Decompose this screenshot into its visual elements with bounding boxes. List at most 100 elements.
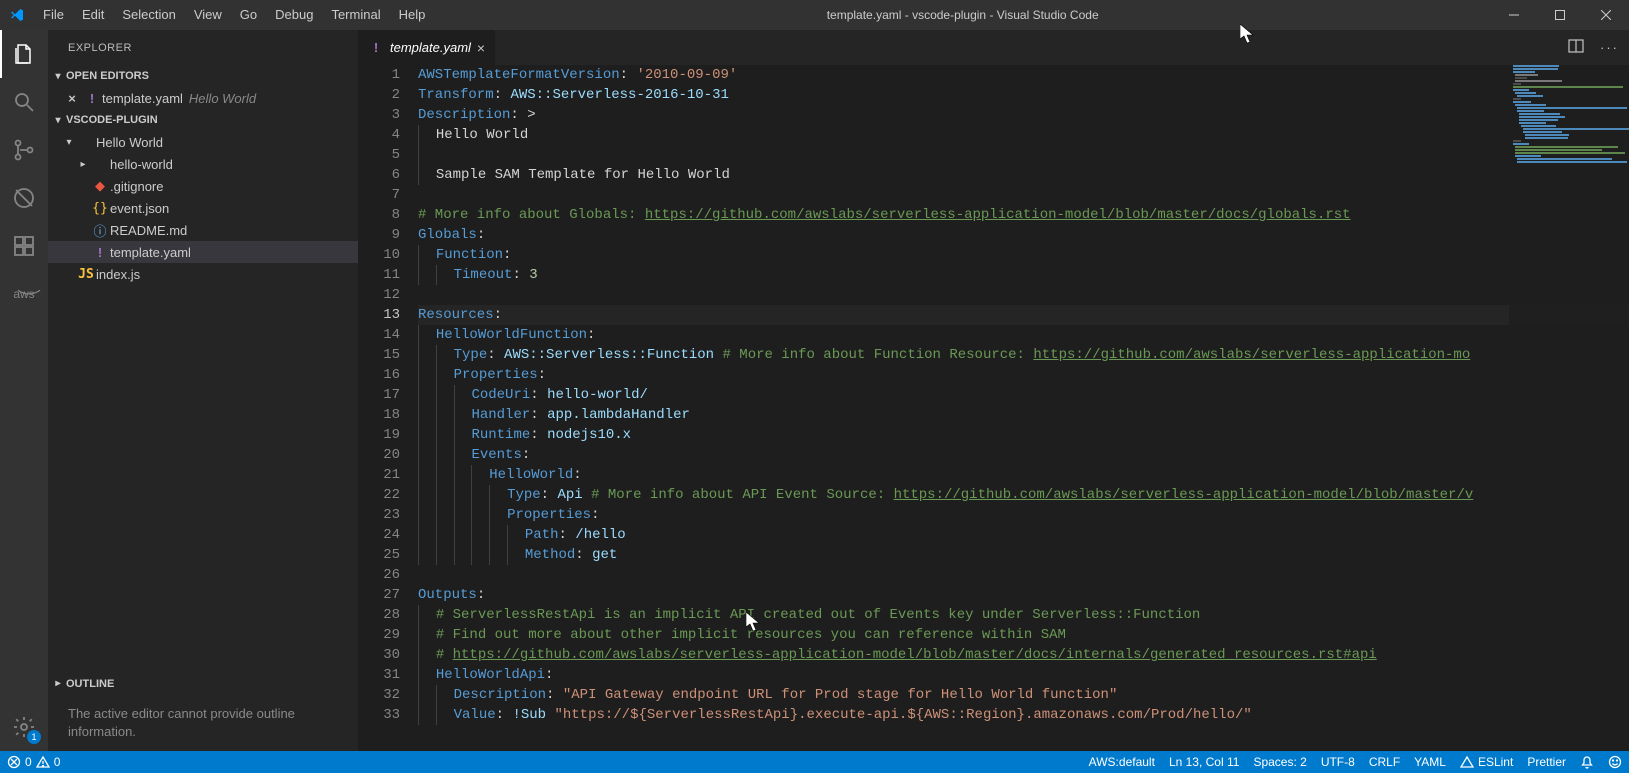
open-editors-header[interactable]: ▾ OPEN EDITORS	[48, 65, 358, 87]
status-aws[interactable]: AWS:default	[1082, 751, 1162, 773]
code-line[interactable]: Description: "API Gateway endpoint URL f…	[418, 685, 1629, 705]
line-number-gutter: 1234567891011121314151617181920212223242…	[358, 65, 418, 751]
chevron-down-icon: ▾	[50, 71, 66, 82]
outline-header[interactable]: ▸ OUTLINE	[48, 673, 358, 695]
code-line[interactable]: Value: !Sub "https://${ServerlessRestApi…	[418, 705, 1629, 725]
activity-aws[interactable]: aws	[0, 270, 48, 318]
code-line[interactable]: HelloWorldApi:	[418, 665, 1629, 685]
close-editor-icon[interactable]: ×	[62, 91, 82, 106]
menu-debug[interactable]: Debug	[266, 0, 322, 30]
code-line[interactable]: Globals:	[418, 225, 1629, 245]
code-line[interactable]: AWSTemplateFormatVersion: '2010-09-09'	[418, 65, 1629, 85]
yaml-file-icon: !	[90, 245, 110, 260]
editor-tab[interactable]: ! template.yaml ×	[358, 30, 496, 65]
code-line[interactable]: Function:	[418, 245, 1629, 265]
sidebar-title: EXPLORER	[48, 30, 358, 65]
open-editors-tree: ×!template.yamlHello World	[48, 87, 358, 109]
split-editor-icon[interactable]	[1568, 38, 1584, 57]
close-tab-icon[interactable]: ×	[477, 40, 485, 56]
folder-header[interactable]: ▾ VSCODE-PLUGIN	[48, 109, 358, 131]
json-file-icon: {}	[90, 201, 110, 216]
file-tree-item[interactable]: !template.yaml	[48, 241, 358, 263]
menu-file[interactable]: File	[34, 0, 73, 30]
status-encoding[interactable]: UTF-8	[1314, 751, 1362, 773]
file-tree-item[interactable]: ▸hello-world	[48, 153, 358, 175]
code-line[interactable]	[418, 185, 1629, 205]
code-line[interactable]	[418, 565, 1629, 585]
close-button[interactable]	[1583, 0, 1629, 30]
activity-search[interactable]	[0, 78, 48, 126]
file-tree-item[interactable]: ⓘREADME.md	[48, 219, 358, 241]
code-line[interactable]: CodeUri: hello-world/	[418, 385, 1629, 405]
code-line[interactable]: Events:	[418, 445, 1629, 465]
code-line[interactable]: Method: get	[418, 545, 1629, 565]
status-eol[interactable]: CRLF	[1362, 751, 1407, 773]
code-line[interactable]: Properties:	[418, 505, 1629, 525]
menu-terminal[interactable]: Terminal	[322, 0, 389, 30]
file-tree-item[interactable]: {}event.json	[48, 197, 358, 219]
code-line[interactable]: Resources:	[418, 305, 1629, 325]
activity-source-control[interactable]	[0, 126, 48, 174]
status-prettier[interactable]: Prettier	[1520, 751, 1573, 773]
folder-tree: ▾Hello World▸hello-world◆.gitignore{}eve…	[48, 131, 358, 285]
status-eslint[interactable]: ESLint	[1453, 751, 1520, 773]
maximize-button[interactable]	[1537, 0, 1583, 30]
tab-label: template.yaml	[390, 40, 471, 55]
menu-view[interactable]: View	[185, 0, 231, 30]
code-line[interactable]: Description: >	[418, 105, 1629, 125]
code-line[interactable]: Transform: AWS::Serverless-2016-10-31	[418, 85, 1629, 105]
open-editor-item[interactable]: ×!template.yamlHello World	[48, 87, 358, 109]
menu-edit[interactable]: Edit	[73, 0, 113, 30]
code-line[interactable]: Sample SAM Template for Hello World	[418, 165, 1629, 185]
code-line[interactable]: Type: AWS::Serverless::Function # More i…	[418, 345, 1629, 365]
status-problems[interactable]: 0 0	[0, 751, 67, 773]
activity-settings[interactable]: 1	[0, 703, 48, 751]
file-tree-item[interactable]: ◆.gitignore	[48, 175, 358, 197]
status-language[interactable]: YAML	[1407, 751, 1453, 773]
outline-body: The active editor cannot provide outline…	[48, 695, 358, 751]
minimap[interactable]	[1509, 65, 1629, 751]
code-line[interactable]	[418, 145, 1629, 165]
code-line[interactable]: Properties:	[418, 365, 1629, 385]
status-feedback-icon[interactable]	[1601, 751, 1629, 773]
yaml-file-icon: !	[82, 91, 102, 106]
activity-debug[interactable]	[0, 174, 48, 222]
status-position[interactable]: Ln 13, Col 11	[1162, 751, 1247, 773]
chevron-down-icon: ▾	[62, 137, 76, 148]
window-title: template.yaml - vscode-plugin - Visual S…	[434, 8, 1491, 22]
code-line[interactable]: Hello World	[418, 125, 1629, 145]
code-line[interactable]: # Find out more about other implicit res…	[418, 625, 1629, 645]
code-line[interactable]: Timeout: 3	[418, 265, 1629, 285]
menu-help[interactable]: Help	[390, 0, 435, 30]
menu-go[interactable]: Go	[231, 0, 266, 30]
file-tree-item[interactable]: ▾Hello World	[48, 131, 358, 153]
code-line[interactable]: # More info about Globals: https://githu…	[418, 205, 1629, 225]
chevron-down-icon: ▾	[50, 115, 66, 126]
activity-extensions[interactable]	[0, 222, 48, 270]
code-line[interactable]: HelloWorldFunction:	[418, 325, 1629, 345]
editor-body[interactable]: 1234567891011121314151617181920212223242…	[358, 65, 1629, 751]
file-tree-item[interactable]: JSindex.js	[48, 263, 358, 285]
code-line[interactable]: # ServerlessRestApi is an implicit API c…	[418, 605, 1629, 625]
vscode-logo-icon	[0, 7, 34, 23]
code-line[interactable]: Type: Api # More info about API Event So…	[418, 485, 1629, 505]
editor-area: ! template.yaml × ··· 123456789101112131…	[358, 30, 1629, 751]
more-actions-icon[interactable]: ···	[1600, 40, 1619, 55]
activity-bar: aws 1	[0, 30, 48, 751]
code-line[interactable]: Path: /hello	[418, 525, 1629, 545]
minimize-button[interactable]	[1491, 0, 1537, 30]
code-line[interactable]: HelloWorld:	[418, 465, 1629, 485]
code-line[interactable]: Handler: app.lambdaHandler	[418, 405, 1629, 425]
status-notifications-icon[interactable]	[1573, 751, 1601, 773]
code-line[interactable]: Outputs:	[418, 585, 1629, 605]
code-line[interactable]: # https://github.com/awslabs/serverless-…	[418, 645, 1629, 665]
menu-selection[interactable]: Selection	[113, 0, 184, 30]
js-file-icon: JS	[76, 267, 96, 282]
status-spaces[interactable]: Spaces: 2	[1246, 751, 1313, 773]
code-content[interactable]: AWSTemplateFormatVersion: '2010-09-09'Tr…	[418, 65, 1629, 751]
activity-explorer[interactable]	[0, 30, 48, 78]
title-bar: FileEditSelectionViewGoDebugTerminalHelp…	[0, 0, 1629, 30]
code-line[interactable]: Runtime: nodejs10.x	[418, 425, 1629, 445]
sidebar: EXPLORER ▾ OPEN EDITORS ×!template.yamlH…	[48, 30, 358, 751]
code-line[interactable]	[418, 285, 1629, 305]
